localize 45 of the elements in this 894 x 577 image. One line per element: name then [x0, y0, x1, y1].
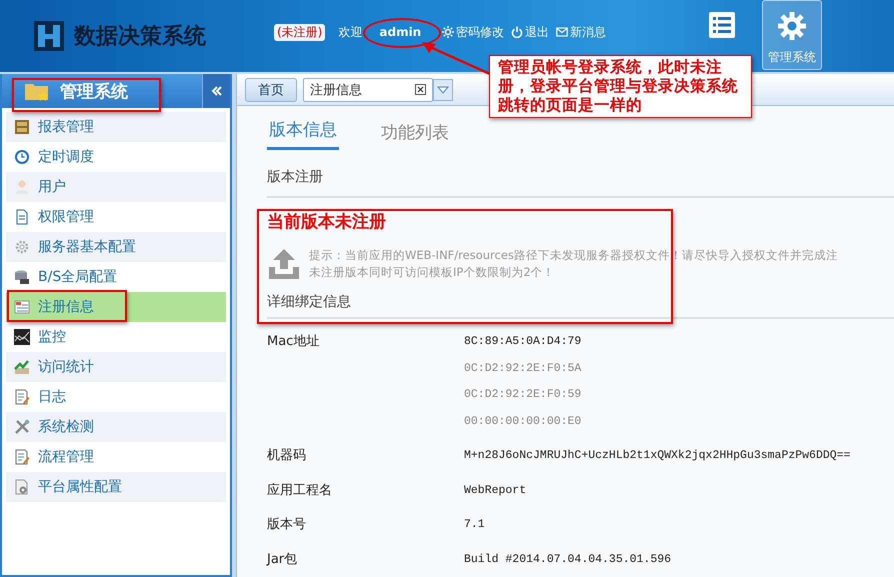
- tab[interactable]: 首页: [245, 78, 297, 102]
- field-label: Jar包: [267, 550, 298, 568]
- field-value: WebReport: [464, 482, 526, 498]
- tab[interactable]: 版本信息: [267, 118, 339, 150]
- callout-note: 管理员帐号登录系统，此时未注册，登录平台管理与登录决策系统跳转的页面是一样的: [489, 55, 752, 118]
- sidebar-item[interactable]: 日志: [6, 382, 226, 412]
- sidebar-title: 管理系统: [60, 80, 128, 102]
- field-label: 应用工程名: [267, 482, 333, 500]
- field-value: Build #2014.07.04.04.35.01.596: [464, 552, 672, 568]
- header-link[interactable]: 密码修改: [442, 24, 504, 40]
- sidebar-item[interactable]: 系统检测: [6, 412, 226, 442]
- tab[interactable]: 功能列表: [379, 121, 451, 150]
- username-link[interactable]: admin: [377, 25, 424, 39]
- field-label: 机器码: [267, 447, 307, 465]
- app-title: 数据决策系统: [74, 23, 206, 51]
- field-value: 7.1: [464, 517, 485, 533]
- sidebar-item[interactable]: 服务器基本配置: [6, 232, 226, 262]
- sidebar-item[interactable]: 访问统计: [6, 352, 226, 382]
- sidebar-item[interactable]: 监控: [6, 322, 226, 352]
- sidebar-item[interactable]: 权限管理: [6, 202, 226, 232]
- sidebar-item[interactable]: B/S全局配置: [6, 262, 226, 292]
- hint-text: 提示：当前应用的WEB-INF/resources路径下未发现服务器授权文件！请尽快导入授权文件并完成注: [309, 247, 838, 264]
- sidebar-item[interactable]: 流程管理: [6, 442, 226, 472]
- sidebar-item[interactable]: 平台属性配置: [6, 472, 226, 502]
- sidebar-item[interactable]: 定时调度: [6, 142, 226, 172]
- registration-status: (未注册): [274, 24, 326, 40]
- status-heading: 当前版本未注册: [267, 211, 387, 233]
- field-label: Mac地址: [267, 333, 320, 351]
- section-heading: 版本注册: [267, 150, 894, 198]
- sidebar-item[interactable]: 报表管理: [6, 112, 226, 142]
- nav-button[interactable]: 管理系统: [762, 0, 822, 70]
- header-link[interactable]: 新消息: [556, 24, 606, 40]
- sidebar-item[interactable]: 注册信息: [6, 292, 226, 322]
- tab[interactable]: 注册信息: [303, 78, 433, 102]
- header-link[interactable]: 退出: [511, 24, 550, 40]
- hint-text: 未注册版本同时可访问模板IP个数限制为2个！: [309, 264, 556, 281]
- field-label: 版本号: [267, 516, 307, 534]
- field-value: 0C:D2:92:2E:F0:59: [464, 387, 582, 403]
- section-heading: 详细绑定信息: [267, 281, 894, 319]
- welcome-text: 欢迎: [338, 24, 362, 40]
- sidebar-item[interactable]: 用户: [6, 172, 226, 202]
- field-value: 0C:D2:92:2E:F0:5A: [464, 360, 582, 376]
- field-value: 8C:89:A5:0A:D4:79: [464, 334, 582, 350]
- field-value: M+n28J6oNcJMRUJhC+UczHLb2t1xQWXk2jqx2HHpGu3smaPzPw6DDQ==: [464, 448, 850, 464]
- field-value: 00:00:00:00:00:E0: [464, 414, 582, 430]
